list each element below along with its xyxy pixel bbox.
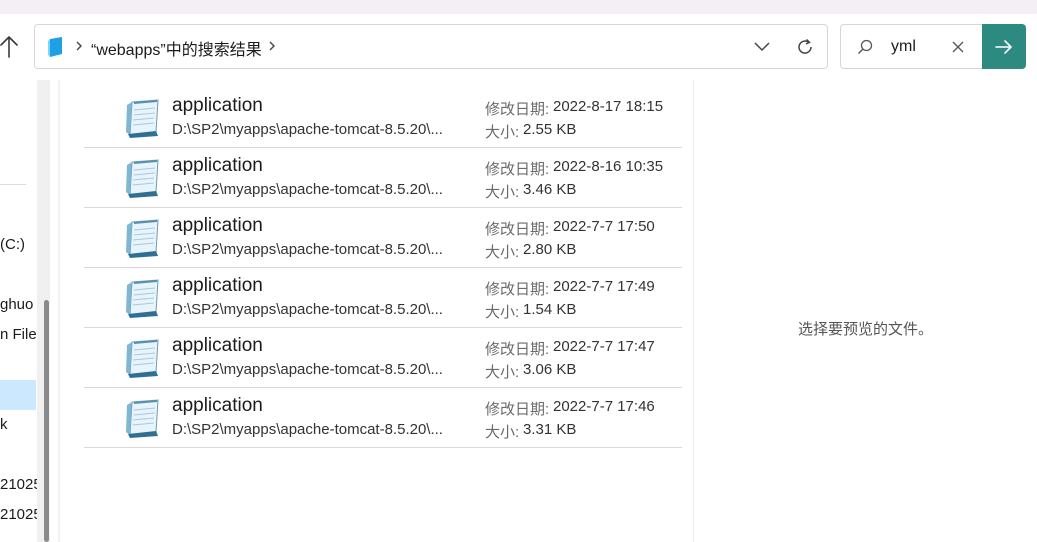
modified-date-label: 修改日期: [485, 341, 550, 358]
file-row[interactable]: application D:\SP2\myapps\apache-tomcat-… [84, 88, 682, 148]
close-icon[interactable] [951, 40, 965, 54]
file-name: application [172, 215, 263, 236]
chevron-right-icon[interactable] [75, 39, 83, 53]
file-size: 2.80 KB [523, 241, 577, 258]
size-label: 大小: [485, 244, 520, 261]
file-row[interactable]: application D:\SP2\myapps\apache-tomcat-… [84, 208, 682, 268]
nav-item-folder[interactable]: k [0, 416, 8, 433]
file-name: application [172, 335, 263, 356]
file-name: application [172, 155, 263, 176]
modified-date: 2022-7-7 17:47 [553, 338, 655, 355]
modified-date: 2022-7-7 17:50 [553, 218, 655, 235]
search-go-button[interactable] [982, 24, 1026, 69]
file-row[interactable]: application D:\SP2\myapps\apache-tomcat-… [84, 148, 682, 208]
file-size: 3.06 KB [523, 361, 577, 378]
address-path[interactable]: “webapps”中的搜索结果 [91, 36, 262, 60]
file-path: D:\SP2\myapps\apache-tomcat-8.5.20\... [172, 301, 443, 318]
nav-item-selected[interactable] [0, 380, 36, 410]
modified-date-label: 修改日期: [485, 221, 550, 238]
notepad-file-icon [122, 218, 162, 258]
size-label: 大小: [485, 184, 520, 201]
modified-date-label: 修改日期: [485, 161, 550, 178]
modified-date: 2022-7-7 17:46 [553, 398, 655, 415]
nav-separator [0, 184, 26, 185]
nav-item-drive-c[interactable]: (C:) [0, 236, 25, 253]
file-name: application [172, 395, 263, 416]
modified-date-label: 修改日期: [485, 101, 550, 118]
file-row[interactable]: application D:\SP2\myapps\apache-tomcat-… [84, 388, 682, 448]
modified-date: 2022-8-17 18:15 [553, 98, 664, 115]
file-size: 2.55 KB [523, 121, 577, 138]
notepad-file-icon [122, 338, 162, 378]
file-row[interactable]: application D:\SP2\myapps\apache-tomcat-… [84, 328, 682, 388]
notepad-file-icon [122, 278, 162, 318]
search-icon [857, 39, 873, 55]
file-row[interactable]: application D:\SP2\myapps\apache-tomcat-… [84, 268, 682, 328]
file-size: 3.31 KB [523, 421, 577, 438]
file-path: D:\SP2\myapps\apache-tomcat-8.5.20\... [172, 241, 443, 258]
file-size: 3.46 KB [523, 181, 577, 198]
file-size: 1.54 KB [523, 301, 577, 318]
nav-item-user-folder[interactable]: ghuo [0, 296, 33, 313]
search-box[interactable]: yml [840, 24, 982, 69]
nav-scrollbar-thumb[interactable] [44, 300, 49, 542]
notepad-file-icon [122, 398, 162, 438]
file-name: application [172, 275, 263, 296]
folder-icon [47, 37, 65, 57]
notepad-file-icon [122, 98, 162, 138]
file-path: D:\SP2\myapps\apache-tomcat-8.5.20\... [172, 121, 443, 138]
preview-divider [693, 80, 694, 542]
modified-date-label: 修改日期: [485, 281, 550, 298]
nav-item-folder[interactable]: 21025 [0, 476, 42, 493]
preview-placeholder: 选择要预览的文件。 [798, 321, 934, 338]
arrow-up-icon[interactable] [0, 36, 18, 58]
file-path: D:\SP2\myapps\apache-tomcat-8.5.20\... [172, 421, 443, 438]
arrow-right-icon [995, 40, 1012, 54]
file-path: D:\SP2\myapps\apache-tomcat-8.5.20\... [172, 361, 443, 378]
address-bar[interactable]: “webapps”中的搜索结果 [34, 24, 828, 69]
chevron-down-icon[interactable] [753, 39, 771, 53]
chevron-right-icon[interactable] [268, 39, 276, 53]
modified-date: 2022-7-7 17:49 [553, 278, 655, 295]
size-label: 大小: [485, 364, 520, 381]
modified-date-label: 修改日期: [485, 401, 550, 418]
size-label: 大小: [485, 124, 520, 141]
notepad-file-icon [122, 158, 162, 198]
size-label: 大小: [485, 424, 520, 441]
size-label: 大小: [485, 304, 520, 321]
pane-divider [58, 80, 60, 542]
nav-item-folder[interactable]: 21025 [0, 506, 42, 523]
refresh-icon[interactable] [795, 37, 815, 57]
modified-date: 2022-8-16 10:35 [553, 158, 664, 175]
search-input[interactable]: yml [891, 38, 916, 56]
title-strip [0, 0, 1037, 14]
file-name: application [172, 95, 263, 116]
file-path: D:\SP2\myapps\apache-tomcat-8.5.20\... [172, 181, 443, 198]
